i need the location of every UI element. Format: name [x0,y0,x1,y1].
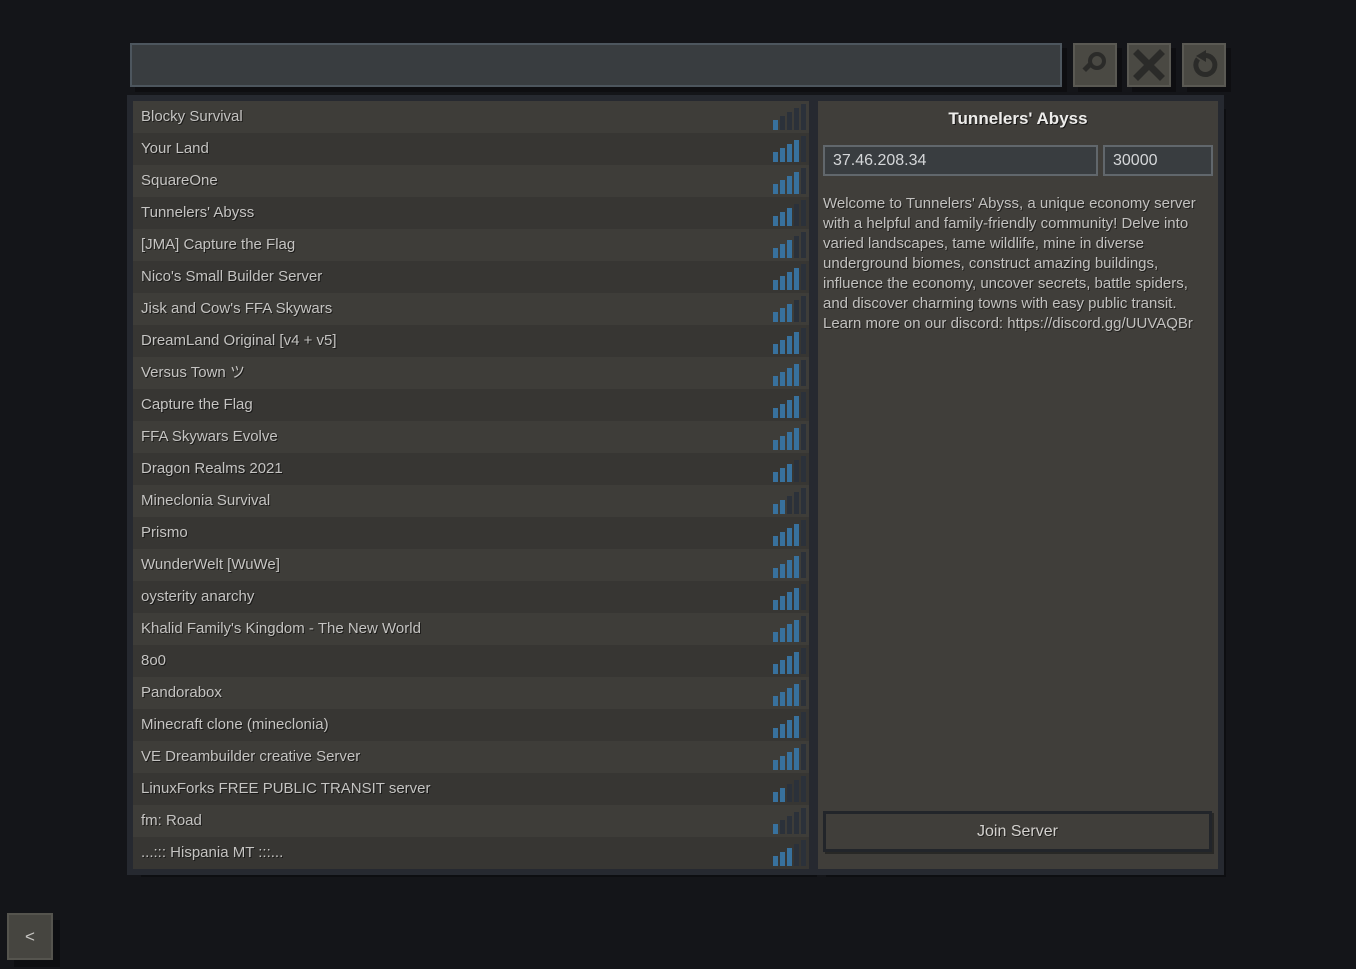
ping-icon [773,423,806,450]
server-name: FFA Skywars Evolve [141,428,278,445]
server-name: VE Dreambuilder creative Server [141,748,360,765]
ping-icon [773,775,806,802]
server-name: WunderWelt [WuWe] [141,556,280,573]
server-name: DreamLand Original [v4 + v5] [141,332,337,349]
server-row[interactable]: VE Dreambuilder creative Server [133,741,809,773]
server-row[interactable]: Your Land [133,133,809,165]
server-name: Mineclonia Survival [141,492,270,509]
server-name: Capture the Flag [141,396,253,413]
search-button[interactable] [1073,43,1117,87]
server-name: Dragon Realms 2021 [141,460,283,477]
ping-icon [773,743,806,770]
server-name: Khalid Family's Kingdom - The New World [141,620,421,637]
server-row[interactable]: FFA Skywars Evolve [133,421,809,453]
back-button[interactable]: < [7,913,53,960]
ping-icon [773,231,806,258]
ping-icon [773,583,806,610]
address-field[interactable] [823,145,1098,176]
server-row[interactable]: Tunnelers' Abyss [133,197,809,229]
server-name: SquareOne [141,172,218,189]
ping-icon [773,135,806,162]
ping-icon [773,679,806,706]
server-name: Versus Town ツ [141,364,245,381]
ping-icon [773,455,806,482]
ping-icon [773,551,806,578]
server-name: Nico's Small Builder Server [141,268,322,285]
server-row[interactable]: ...::: Hispania MT :::... [133,837,809,869]
join-server-button[interactable]: Join Server [823,811,1212,852]
server-row[interactable]: Capture the Flag [133,389,809,421]
server-row[interactable]: Blocky Survival [133,101,809,133]
server-name: Pandorabox [141,684,222,701]
server-row[interactable]: DreamLand Original [v4 + v5] [133,325,809,357]
server-row[interactable]: LinuxForks FREE PUBLIC TRANSIT server [133,773,809,805]
magnifier-icon [1079,49,1111,81]
ping-icon [773,839,806,866]
server-row[interactable]: 8o0 [133,645,809,677]
server-row[interactable]: Prismo [133,517,809,549]
server-name: ...::: Hispania MT :::... [141,844,283,861]
server-name: oysterity anarchy [141,588,254,605]
ping-icon [773,295,806,322]
server-name: Jisk and Cow's FFA Skywars [141,300,332,317]
server-row[interactable]: fm: Road [133,805,809,837]
server-row[interactable]: Jisk and Cow's FFA Skywars [133,293,809,325]
server-row[interactable]: Nico's Small Builder Server [133,261,809,293]
server-row[interactable]: Mineclonia Survival [133,485,809,517]
server-row[interactable]: oysterity anarchy [133,581,809,613]
ping-icon [773,103,806,130]
server-name: Minecraft clone (mineclonia) [141,716,329,733]
ping-icon [773,519,806,546]
server-row[interactable]: WunderWelt [WuWe] [133,549,809,581]
port-field[interactable] [1103,145,1213,176]
ping-icon [773,167,806,194]
search-input[interactable] [130,43,1062,87]
refresh-icon [1188,49,1220,81]
server-row[interactable]: Dragon Realms 2021 [133,453,809,485]
ping-icon [773,807,806,834]
server-name: Tunnelers' Abyss [141,204,254,221]
server-row[interactable]: Khalid Family's Kingdom - The New World [133,613,809,645]
server-list: Blocky Survival Your Land SquareOne Tunn… [133,101,809,869]
ping-icon [773,391,806,418]
server-row[interactable]: Pandorabox [133,677,809,709]
close-icon [1133,49,1165,81]
server-name: 8o0 [141,652,166,669]
server-name: Your Land [141,140,209,157]
server-name: fm: Road [141,812,202,829]
server-name: [JMA] Capture the Flag [141,236,295,253]
server-row[interactable]: Versus Town ツ [133,357,809,389]
server-row[interactable]: SquareOne [133,165,809,197]
server-row[interactable]: [JMA] Capture the Flag [133,229,809,261]
server-name: LinuxForks FREE PUBLIC TRANSIT server [141,780,431,797]
ping-icon [773,647,806,674]
ping-icon [773,711,806,738]
ping-icon [773,487,806,514]
server-name: Blocky Survival [141,108,243,125]
ping-icon [773,359,806,386]
server-title: Tunnelers' Abyss [818,109,1218,129]
server-name: Prismo [141,524,188,541]
ping-icon [773,263,806,290]
server-details-panel: Tunnelers' Abyss Welcome to Tunnelers' A… [818,101,1218,869]
clear-button[interactable] [1127,43,1171,87]
ping-icon [773,199,806,226]
server-row[interactable]: Minecraft clone (mineclonia) [133,709,809,741]
server-description: Welcome to Tunnelers' Abyss, a unique ec… [823,194,1215,334]
ping-icon [773,327,806,354]
refresh-button[interactable] [1182,43,1226,87]
ping-icon [773,615,806,642]
